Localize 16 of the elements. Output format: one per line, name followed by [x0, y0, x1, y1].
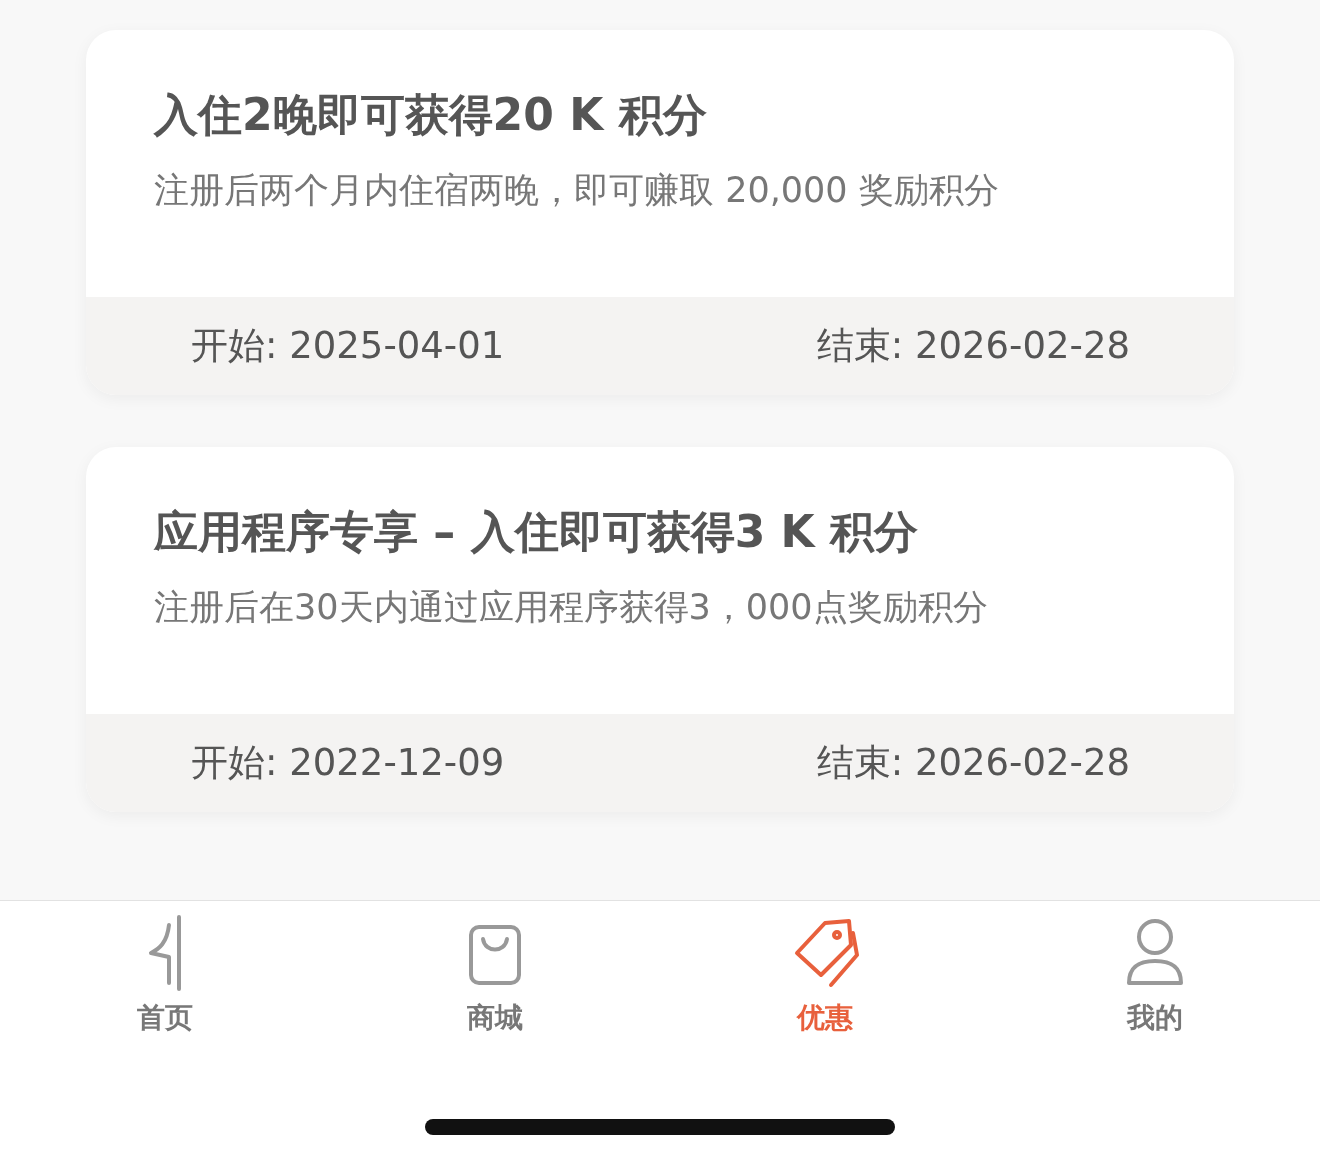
offer-title: 入住2晚即可获得20 K 积分: [154, 88, 708, 142]
tab[interactable]: 商城: [330, 913, 660, 1037]
tab[interactable]: 我的: [990, 913, 1320, 1037]
home-indicator[interactable]: [425, 1119, 895, 1135]
end-date: 结束: 2026-02-28: [816, 740, 1130, 786]
tab[interactable]: 首页: [0, 913, 330, 1037]
offer-card[interactable]: 入住2晚即可获得20 K 积分 注册后两个月内住宿两晚，即可赚取 20,000 奖励积分 开始: 2025-04-01 结束: 2026-02-28: [86, 30, 1234, 395]
offer-title: 应用程序专享 – 入住即可获得3 K 积分: [154, 505, 919, 559]
tab[interactable]: 优惠: [660, 913, 990, 1037]
start-date: 开始: 2025-04-01: [191, 323, 505, 369]
offer-description: 注册后两个月内住宿两晚，即可赚取 20,000 奖励积分: [154, 169, 1000, 212]
offer-card[interactable]: 应用程序专享 – 入住即可获得3 K 积分 注册后在30天内通过应用程序获得3，000点奖励积分 开始: 2022-12-09 结束: 2026-02-28: [86, 447, 1234, 812]
end-date: 结束: 2026-02-28: [816, 323, 1130, 369]
start-date: 开始: 2022-12-09: [191, 740, 505, 786]
offer-description: 注册后在30天内通过应用程序获得3，000点奖励积分: [154, 586, 989, 629]
logo-icon: [147, 913, 183, 993]
